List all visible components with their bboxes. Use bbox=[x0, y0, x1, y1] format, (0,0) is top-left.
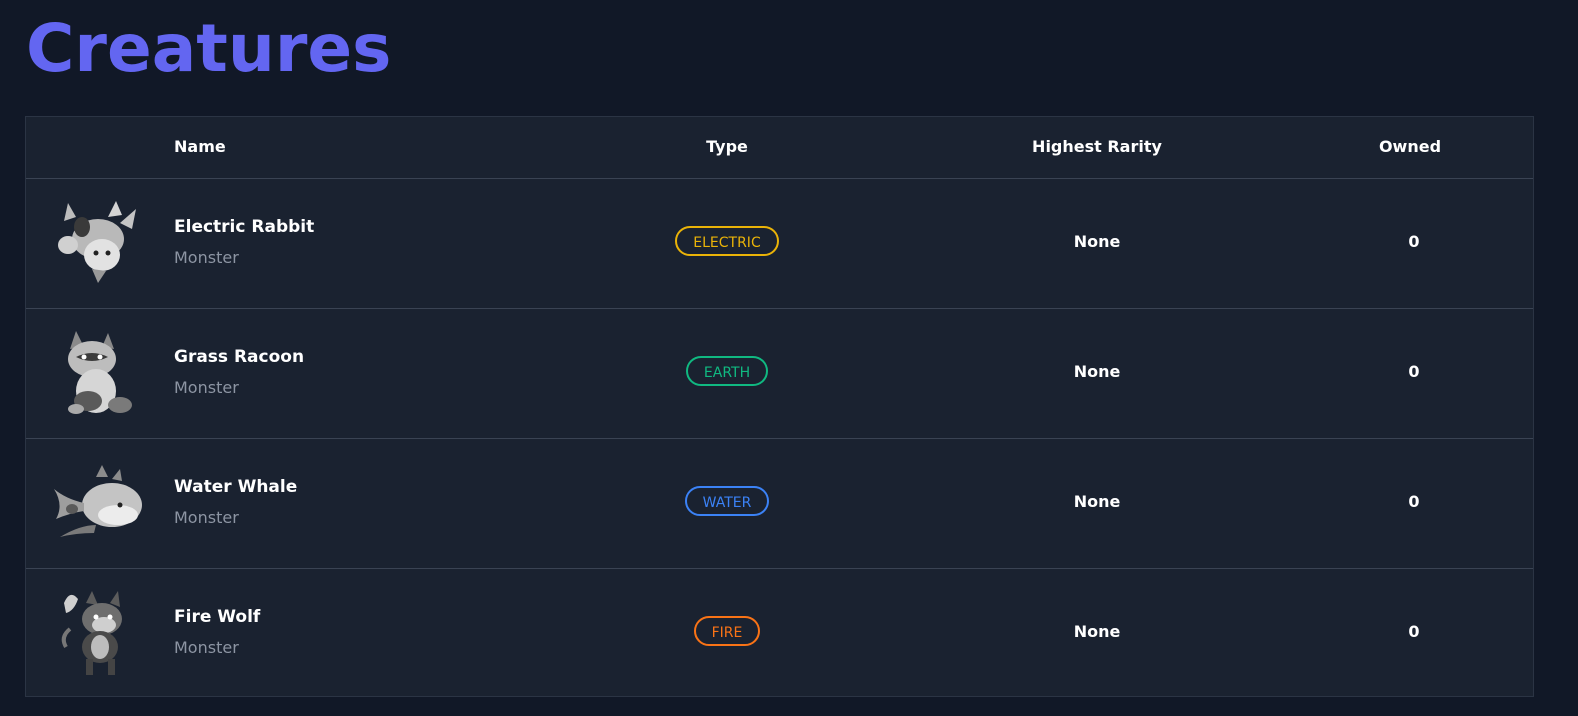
racoon-creature-icon bbox=[46, 329, 146, 419]
column-header-type[interactable]: Type bbox=[552, 117, 902, 177]
creature-name: Grass Racoon bbox=[174, 347, 305, 367]
creature-category: Monster bbox=[174, 248, 239, 267]
table-row[interactable]: Electric Rabbit Monster ELECTRIC None 0 bbox=[26, 179, 1533, 309]
type-badge: FIRE bbox=[693, 616, 761, 646]
owned-count: 0 bbox=[1408, 492, 1420, 511]
type-badge: WATER bbox=[684, 486, 770, 516]
creature-name: Electric Rabbit bbox=[174, 217, 315, 237]
rabbit-creature-icon bbox=[46, 199, 146, 289]
page-title: Creatures bbox=[26, 10, 392, 87]
owned-count: 0 bbox=[1408, 232, 1420, 251]
creature-name: Water Whale bbox=[174, 477, 298, 497]
type-cell: FIRE bbox=[552, 616, 902, 646]
type-cell: ELECTRIC bbox=[552, 226, 902, 256]
rarity-value: None bbox=[1073, 232, 1121, 251]
table-header: Name Type Highest Rarity Owned bbox=[26, 117, 1533, 179]
type-badge: EARTH bbox=[685, 356, 769, 386]
rarity-value: None bbox=[1073, 362, 1121, 381]
creature-category: Monster bbox=[174, 638, 239, 657]
type-cell: EARTH bbox=[552, 356, 902, 386]
column-header-owned[interactable]: Owned bbox=[1310, 117, 1510, 177]
creature-category: Monster bbox=[174, 508, 239, 527]
wolf-creature-icon bbox=[46, 589, 146, 679]
rarity-value: None bbox=[1073, 622, 1121, 641]
rarity-value: None bbox=[1073, 492, 1121, 511]
type-badge: ELECTRIC bbox=[675, 226, 779, 256]
type-cell: WATER bbox=[552, 486, 902, 516]
table-row[interactable]: Water Whale Monster WATER None 0 bbox=[26, 439, 1533, 569]
table-row[interactable]: Grass Racoon Monster EARTH None 0 bbox=[26, 309, 1533, 439]
column-header-rarity[interactable]: Highest Rarity bbox=[922, 117, 1272, 177]
creature-category: Monster bbox=[174, 378, 239, 397]
column-header-name[interactable]: Name bbox=[174, 117, 226, 177]
creatures-table: Name Type Highest Rarity Owned Electric … bbox=[25, 116, 1534, 697]
owned-count: 0 bbox=[1408, 622, 1420, 641]
creature-name: Fire Wolf bbox=[174, 607, 261, 627]
whale-creature-icon bbox=[46, 459, 146, 549]
table-row[interactable]: Fire Wolf Monster FIRE None 0 bbox=[26, 569, 1533, 698]
owned-count: 0 bbox=[1408, 362, 1420, 381]
